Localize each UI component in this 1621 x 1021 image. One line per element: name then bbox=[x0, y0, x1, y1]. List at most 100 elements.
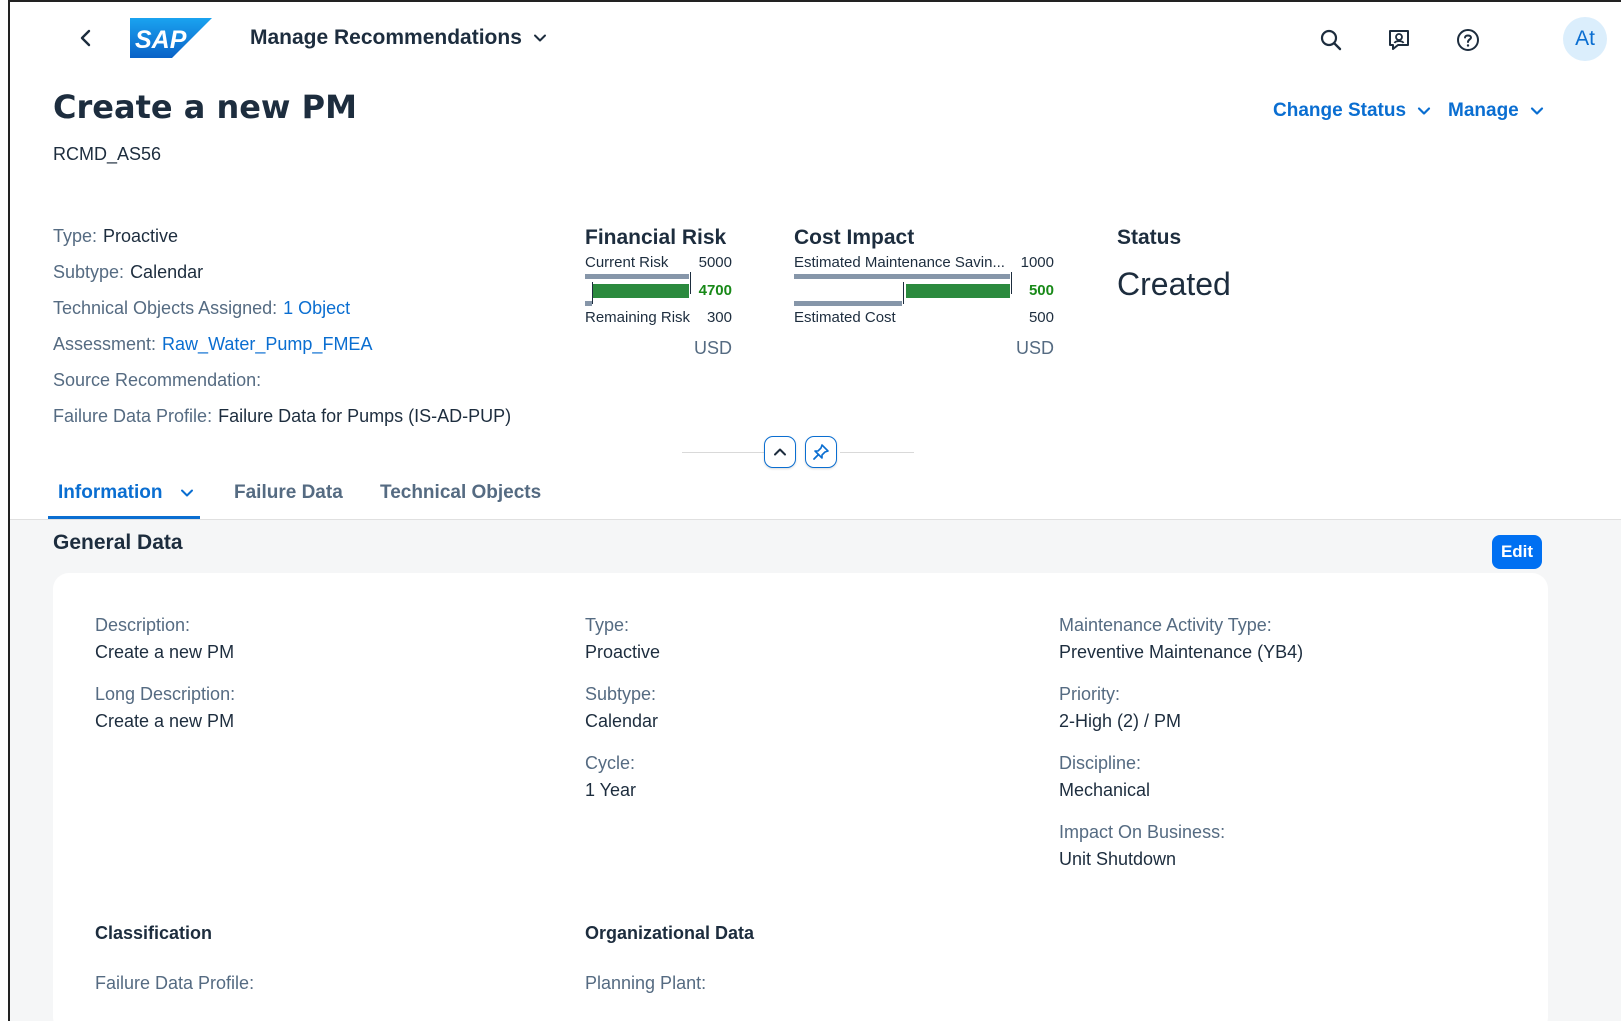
attr-label: Source Recommendation: bbox=[53, 370, 262, 390]
kpi-delta-value: 4700 bbox=[698, 282, 732, 299]
field-label: Planning Plant: bbox=[585, 973, 707, 993]
kpi-bar-cost bbox=[794, 301, 902, 306]
field-value: Preventive Maintenance (YB4) bbox=[1059, 642, 1304, 662]
tab-label: Technical Objects bbox=[380, 482, 542, 503]
kpi-title: Cost Impact bbox=[794, 226, 915, 249]
change-status-button[interactable]: Change Status bbox=[1273, 100, 1432, 122]
chevron-down-icon bbox=[180, 489, 193, 497]
field-value: Calendar bbox=[585, 711, 659, 731]
header-attr-source: Source Recommendation: bbox=[53, 370, 261, 391]
app-frame: SAP Manage Recommendations At Create a n… bbox=[8, 0, 1621, 1021]
status-title: Status bbox=[1117, 226, 1182, 249]
field-label: Type: bbox=[585, 615, 630, 635]
search-button[interactable] bbox=[1313, 22, 1349, 58]
field-label: Maintenance Activity Type: bbox=[1059, 615, 1272, 635]
field-label: Discipline: bbox=[1059, 753, 1142, 773]
edit-button[interactable]: Edit bbox=[1492, 535, 1542, 569]
field-label: Cycle: bbox=[585, 753, 636, 773]
change-status-label: Change Status bbox=[1273, 100, 1407, 121]
field-label: Impact On Business: bbox=[1059, 822, 1226, 842]
field-value: 2-High (2) / PM bbox=[1059, 711, 1182, 731]
header-attr-assessment: Assessment: Raw_Water_Pump_FMEA bbox=[53, 334, 372, 355]
sap-logo: SAP bbox=[130, 18, 212, 58]
svg-text:SAP: SAP bbox=[135, 26, 187, 54]
kpi-unit: USD bbox=[1015, 338, 1054, 358]
chevron-left-icon bbox=[80, 29, 91, 47]
tech-objects-link[interactable]: 1 Object bbox=[283, 298, 350, 318]
tab-information[interactable]: Information bbox=[58, 482, 195, 504]
tab-failure-data[interactable]: Failure Data bbox=[234, 482, 343, 504]
header-attr-subtype: Subtype: Calendar bbox=[53, 262, 203, 283]
kpi-row-value: 1000 bbox=[1020, 254, 1054, 271]
attr-value: Failure Data for Pumps (IS-AD-PUP) bbox=[218, 406, 512, 426]
attr-label: Failure Data Profile: bbox=[53, 406, 213, 426]
kpi-row-value: 5000 bbox=[698, 254, 732, 271]
attr-value: Proactive bbox=[103, 226, 179, 246]
section-title: General Data bbox=[53, 531, 183, 554]
field-label: Subtype: bbox=[585, 684, 657, 704]
manage-label: Manage bbox=[1448, 100, 1519, 121]
general-data-card: Description: Create a new PM Long Descri… bbox=[53, 573, 1548, 1021]
organizational-data-title: Organizational Data bbox=[585, 923, 755, 943]
kpi-bar-current bbox=[585, 274, 689, 279]
attr-label: Assessment: bbox=[53, 334, 157, 354]
notifications-button[interactable] bbox=[1381, 22, 1417, 58]
field-value: Create a new PM bbox=[95, 711, 235, 731]
kpi-tick bbox=[903, 282, 904, 304]
field-label: Long Description: bbox=[95, 684, 236, 704]
classification-title: Classification bbox=[95, 923, 213, 943]
kpi-row-value: 500 bbox=[1028, 309, 1054, 326]
kpi-row-value: 300 bbox=[706, 309, 732, 326]
help-icon bbox=[1457, 29, 1479, 51]
chevron-down-icon bbox=[1417, 107, 1431, 115]
chevron-up-icon bbox=[774, 448, 786, 456]
header-attr-tech-objects: Technical Objects Assigned: 1 Object bbox=[53, 298, 350, 319]
user-avatar[interactable]: At bbox=[1563, 17, 1607, 61]
kpi-bar-remaining bbox=[585, 301, 592, 306]
search-icon bbox=[1320, 29, 1342, 51]
kpi-delta-value: 500 bbox=[1028, 282, 1054, 299]
back-button[interactable] bbox=[72, 24, 100, 52]
field-label: Description: bbox=[95, 615, 191, 635]
kpi-delta-bar bbox=[906, 284, 1010, 298]
field-value: Mechanical bbox=[1059, 780, 1151, 800]
kpi-row-label: Estimated Maintenance Savin... bbox=[794, 254, 1005, 271]
attr-label: Type: bbox=[53, 226, 98, 246]
tab-label: Failure Data bbox=[234, 482, 343, 503]
kpi-bar-savings bbox=[794, 274, 1010, 279]
chat-support-icon bbox=[1389, 30, 1409, 50]
chevron-down-icon bbox=[1530, 107, 1543, 115]
attr-value: Calendar bbox=[130, 262, 204, 282]
help-button[interactable] bbox=[1450, 22, 1486, 58]
tab-label: Information bbox=[58, 482, 163, 503]
field-value: Create a new PM bbox=[95, 642, 235, 662]
divider bbox=[682, 452, 766, 453]
attr-label: Subtype: bbox=[53, 262, 125, 282]
kpi-row-label: Estimated Cost bbox=[794, 309, 896, 326]
chevron-down-icon bbox=[533, 34, 546, 42]
tab-technical-objects[interactable]: Technical Objects bbox=[380, 482, 541, 504]
pin-icon bbox=[813, 444, 829, 460]
app-title-menu[interactable]: Manage Recommendations bbox=[250, 26, 548, 50]
kpi-title: Financial Risk bbox=[585, 226, 727, 249]
kpi-unit: USD bbox=[693, 338, 732, 358]
field-value: Proactive bbox=[585, 642, 661, 662]
status-value: Created bbox=[1117, 266, 1231, 302]
assessment-link[interactable]: Raw_Water_Pump_FMEA bbox=[162, 334, 372, 354]
header-attr-type: Type: Proactive bbox=[53, 226, 178, 247]
kpi-row-label: Current Risk bbox=[585, 254, 669, 271]
field-value: Unit Shutdown bbox=[1059, 849, 1177, 869]
manage-button[interactable]: Manage bbox=[1448, 100, 1545, 122]
attr-label: Technical Objects Assigned: bbox=[53, 298, 278, 318]
collapse-header-button[interactable] bbox=[764, 436, 796, 468]
pin-header-button[interactable] bbox=[805, 436, 837, 468]
divider bbox=[840, 452, 914, 453]
shell-bar: SAP Manage Recommendations At bbox=[10, 2, 1621, 74]
page-subtitle: RCMD_AS56 bbox=[53, 144, 162, 164]
field-label: Failure Data Profile: bbox=[95, 973, 255, 993]
field-value: 1 Year bbox=[585, 780, 637, 800]
app-title: Manage Recommendations bbox=[250, 26, 522, 49]
page-title: Create a new PM bbox=[53, 88, 357, 126]
header-attr-fdp: Failure Data Profile: Failure Data for Pu… bbox=[53, 406, 511, 427]
field-label: Priority: bbox=[1059, 684, 1121, 704]
